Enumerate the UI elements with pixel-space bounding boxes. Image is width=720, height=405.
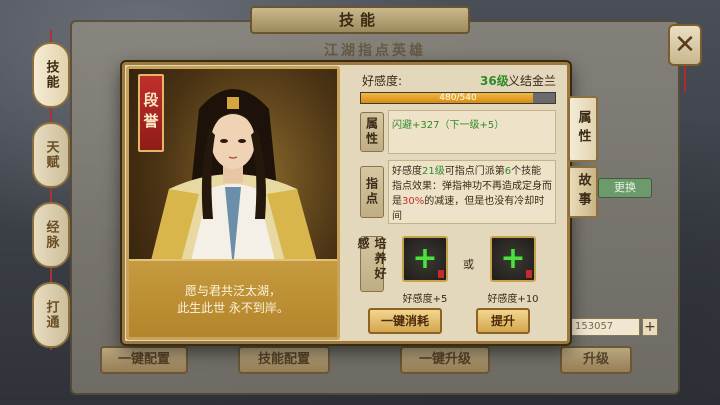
left-tab-open[interactable]: 打通 xyxy=(32,282,70,348)
favor-title: 义结金兰 xyxy=(508,74,557,88)
tab-attributes[interactable]: 属性 xyxy=(568,96,598,162)
close-button[interactable]: ✕ xyxy=(668,24,702,66)
left-tab-meridian[interactable]: 经脉 xyxy=(32,202,70,268)
item-badge-icon xyxy=(438,270,444,278)
background-number-field: 153057 xyxy=(568,318,640,336)
background-title: 技能 xyxy=(250,6,470,34)
close-tassel xyxy=(684,66,686,92)
guide-pre: 好感度 xyxy=(392,166,422,177)
caption-line-1: 愿与君共泛太湖， xyxy=(184,284,281,298)
portrait-caption-area: 愿与君共泛太湖， 此生此世 永不到岸。 xyxy=(129,259,337,337)
favor-progress-bar: 480/540 xyxy=(360,92,556,104)
attr-section-label: 属性 xyxy=(360,112,384,152)
item-label-1: 好感度+5 xyxy=(402,294,448,305)
guide-mid: 可指点门派第 xyxy=(444,166,505,177)
background-plus-button[interactable]: + xyxy=(642,318,658,336)
item-slot-2[interactable]: + xyxy=(490,236,536,282)
guide-text: 好感度21级可指点门派第6个技能 指点效果：弹指神功不再造成定身而是30%的减速… xyxy=(392,164,552,224)
attr-value: 闪避+327（下一级+5） xyxy=(392,120,505,131)
character-name-tag: 段誉 xyxy=(138,74,164,152)
tab-story[interactable]: 故事 xyxy=(568,166,598,218)
left-tab-talent[interactable]: 天赋 xyxy=(32,122,70,188)
background-button-1[interactable]: 一键配置 xyxy=(100,346,188,374)
caption-line-2: 此生此世 永不到岸。 xyxy=(177,301,289,315)
item-slot-1[interactable]: + xyxy=(402,236,448,282)
favor-level: 36级 xyxy=(480,74,509,88)
upgrade-button[interactable]: 提升 xyxy=(476,308,530,334)
background-button-4[interactable]: 升级 xyxy=(560,346,632,374)
item-label-2: 好感度+10 xyxy=(487,294,539,305)
background-change-button[interactable]: 更换 xyxy=(598,178,652,198)
or-text: 或 xyxy=(463,258,474,271)
guide-percent: 30% xyxy=(402,196,425,207)
favor-row: 好感度: 36级 义结金兰 xyxy=(362,72,558,90)
item-badge-icon xyxy=(526,270,532,278)
left-tab-skills[interactable]: 技能 xyxy=(32,42,70,108)
favor-progress-text: 480/540 xyxy=(439,93,477,103)
background-subtitle: 江湖指点英雄 xyxy=(324,43,426,59)
one-click-consume-button[interactable]: 一键消耗 xyxy=(368,308,442,334)
guide-section-label: 指点 xyxy=(360,166,384,218)
favor-label: 好感度: xyxy=(362,74,403,88)
green-plus-icon: + xyxy=(412,241,438,276)
close-icon: ✕ xyxy=(674,30,696,60)
guide-level: 21级 xyxy=(422,166,445,177)
cultivate-section-label: 培养好感 xyxy=(356,236,387,292)
guide-post: 个技能 xyxy=(511,166,542,177)
background-button-2[interactable]: 技能配置 xyxy=(238,346,330,374)
green-plus-icon: + xyxy=(500,241,526,276)
portrait-caption: 愿与君共泛太湖， 此生此世 永不到岸。 xyxy=(139,283,327,317)
background-button-3[interactable]: 一键升级 xyxy=(400,346,490,374)
left-tab-bar: 技能 天赋 经脉 打通 xyxy=(32,30,72,350)
